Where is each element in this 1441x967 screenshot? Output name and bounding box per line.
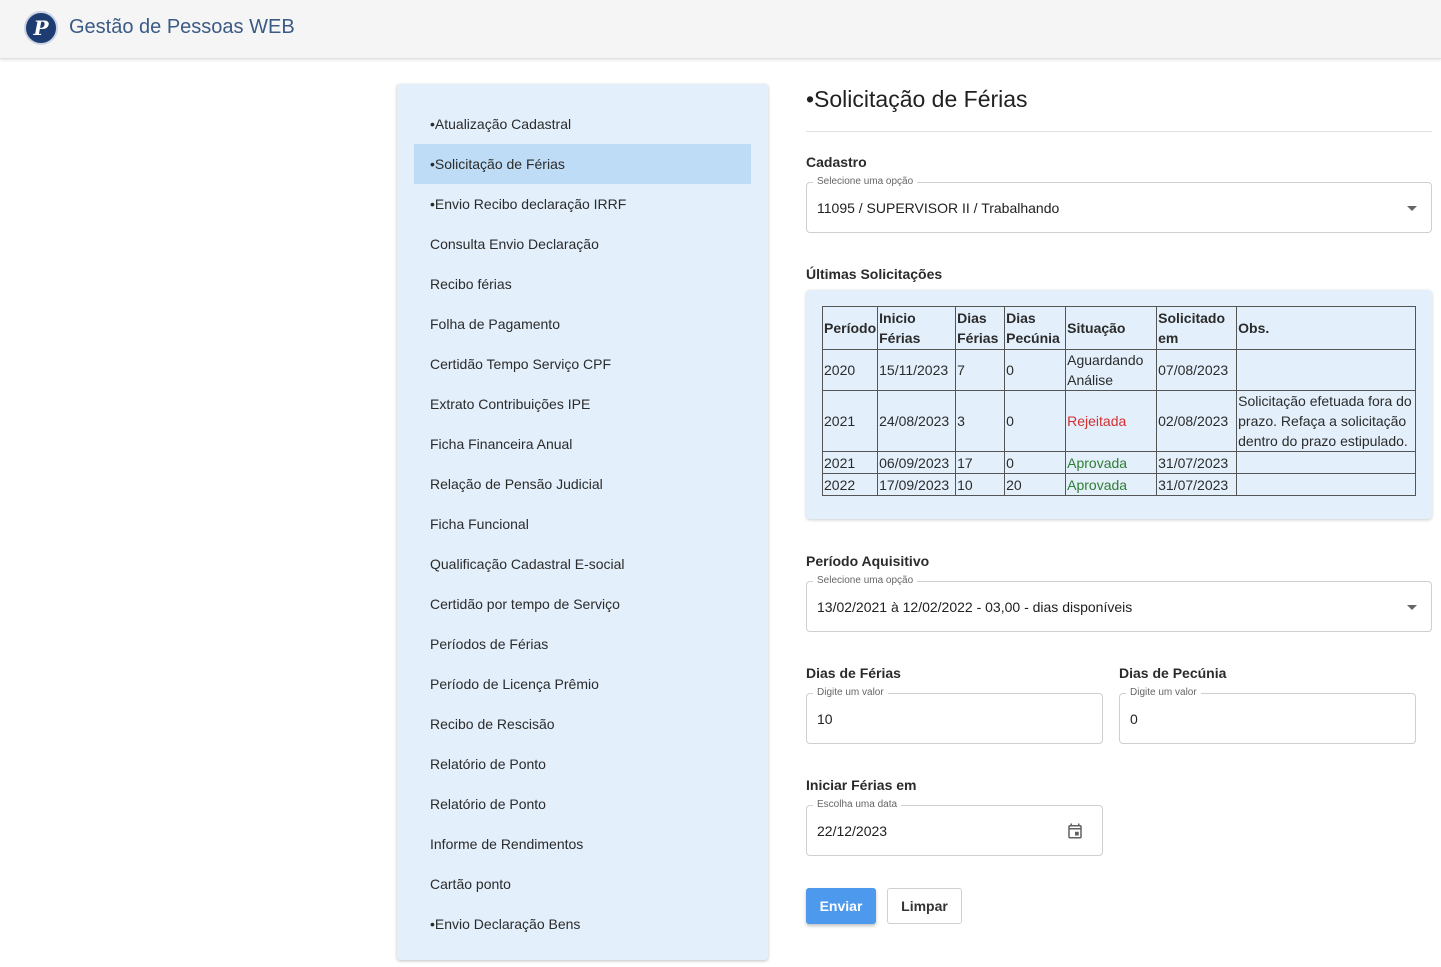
- dias-pecunia-float-label: Digite um valor: [1126, 687, 1201, 699]
- chevron-down-icon[interactable]: [1407, 604, 1417, 610]
- dias-ferias-value: 10: [817, 710, 833, 727]
- sidebar-item[interactable]: Ficha Funcional: [414, 504, 751, 544]
- table-cell: 31/07/2023: [1156, 473, 1238, 496]
- iniciar-ferias-value: 22/12/2023: [817, 822, 888, 839]
- table-cell: 15/11/2023: [877, 349, 957, 391]
- sidebar-item[interactable]: Extrato Contribuições IPE: [414, 384, 751, 424]
- table-row: 2022 17/09/2023 10 20 Aprovada 31/07/2023: [821, 473, 1416, 496]
- sidebar-item[interactable]: Cartão ponto: [414, 864, 751, 904]
- table-cell: [1236, 473, 1416, 496]
- sidebar-item[interactable]: Período de Licença Prêmio: [414, 664, 751, 704]
- sidebar-item[interactable]: Períodos de Férias: [414, 624, 751, 664]
- table-cell: 17/09/2023: [877, 473, 957, 496]
- table-cell: 0: [1004, 349, 1067, 391]
- iniciar-ferias-date-input[interactable]: Escolha uma data 22/12/2023: [806, 799, 1103, 856]
- table-cell: 7: [955, 349, 1006, 391]
- table-header-cell: Dias Férias: [955, 306, 1006, 350]
- table-header-cell: Situação: [1065, 306, 1158, 350]
- table-header-cell: Obs.: [1236, 306, 1416, 350]
- table-cell: 24/08/2023: [877, 390, 957, 452]
- dias-ferias-input[interactable]: Digite um valor 10: [806, 687, 1103, 744]
- table-header-cell: Solicitado em: [1156, 306, 1238, 350]
- table-cell: Solicitação efetuada fora do prazo. Refa…: [1236, 390, 1416, 452]
- table-cell: [1236, 349, 1416, 391]
- app-title: Gestão de Pessoas WEB: [69, 16, 295, 38]
- solicitacoes-table: Período Inicio Férias Dias Férias Dias Pecú…: [821, 306, 1416, 496]
- sidebar-item[interactable]: Ficha Financeira Anual: [414, 424, 751, 464]
- table-header-cell: Dias Pecúnia: [1004, 306, 1067, 350]
- table-cell: 3: [955, 390, 1006, 452]
- periodo-aquisitivo-select[interactable]: Selecione uma opção 13/02/2021 à 12/02/2…: [806, 575, 1432, 632]
- sidebar-item[interactable]: Qualificação Cadastral E-social: [414, 544, 751, 584]
- table-cell: 2021: [821, 390, 879, 452]
- table-cell: 20: [1004, 473, 1067, 496]
- sidebar-item[interactable]: Recibo de Rescisão: [414, 704, 751, 744]
- table-header-cell: Período: [821, 306, 879, 350]
- table-cell: 0: [1004, 390, 1067, 452]
- sidebar-item[interactable]: Relação de Pensão Judicial: [414, 464, 751, 504]
- sidebar-menu: •Atualização Cadastral •Solicitação de Fé…: [397, 84, 768, 960]
- sidebar-item[interactable]: Consulta Envio Declaração: [414, 224, 751, 264]
- ultimas-solicitacoes-label: Últimas Solicitações: [806, 266, 943, 282]
- table-cell: 2021: [821, 451, 879, 474]
- enviar-button[interactable]: Enviar: [806, 888, 876, 924]
- sidebar-item[interactable]: Relatório de Ponto: [414, 784, 751, 824]
- table-cell: 2020: [821, 349, 879, 391]
- solicitacoes-panel: Período Inicio Férias Dias Férias Dias Pecú…: [806, 290, 1432, 519]
- table-cell: 0: [1004, 451, 1067, 474]
- company-logo-icon[interactable]: P: [24, 11, 58, 45]
- table-row: 2021 06/09/2023 17 0 Aprovada 31/07/2023: [821, 451, 1416, 474]
- cadastro-label: Cadastro: [806, 154, 867, 170]
- sidebar-item[interactable]: •Envio Recibo declaração IRRF: [414, 184, 751, 224]
- sidebar-item[interactable]: •Solicitação de Férias: [414, 144, 751, 184]
- sidebar-item[interactable]: Recibo férias: [414, 264, 751, 304]
- sidebar-item[interactable]: Folha de Pagamento: [414, 304, 751, 344]
- calendar-icon[interactable]: [1066, 822, 1084, 840]
- cadastro-value: 11095 / SUPERVISOR II / Trabalhando: [817, 199, 1060, 216]
- title-divider: [806, 131, 1432, 132]
- iniciar-float-label: Escolha uma data: [813, 799, 902, 811]
- sidebar-item[interactable]: Informe de Rendimentos: [414, 824, 751, 864]
- table-cell: 07/08/2023: [1156, 349, 1238, 391]
- table-cell: [1236, 451, 1416, 474]
- table-cell: 02/08/2023: [1156, 390, 1238, 452]
- periodo-float-label: Selecione uma opção: [813, 575, 918, 587]
- dias-pecunia-label: Dias de Pecúnia: [1119, 665, 1227, 681]
- sidebar-item[interactable]: Relatório de Ponto: [414, 744, 751, 784]
- page-title: •Solicitação de Férias: [806, 86, 1028, 112]
- status-cell: Rejeitada: [1065, 390, 1158, 452]
- sidebar-item[interactable]: •Atualização Cadastral: [414, 104, 751, 144]
- table-cell: 2022: [821, 473, 879, 496]
- table-cell: 10: [955, 473, 1006, 496]
- limpar-button[interactable]: Limpar: [887, 888, 962, 924]
- sidebar-item[interactable]: Certidão Tempo Serviço CPF: [414, 344, 751, 384]
- chevron-down-icon[interactable]: [1407, 205, 1417, 211]
- table-row: 2020 15/11/2023 7 0 Aguardando Análise 07/08/…: [821, 349, 1416, 391]
- cadastro-float-label: Selecione uma opção: [813, 176, 918, 188]
- table-header-row: Período Inicio Férias Dias Férias Dias Pecú…: [821, 306, 1416, 350]
- dias-pecunia-value: 0: [1130, 710, 1138, 727]
- dias-ferias-label: Dias de Férias: [806, 665, 901, 681]
- dias-ferias-float-label: Digite um valor: [813, 687, 888, 699]
- table-cell: 31/07/2023: [1156, 451, 1238, 474]
- sidebar-item[interactable]: Certidão por tempo de Serviço: [414, 584, 751, 624]
- table-header-cell: Inicio Férias: [877, 306, 957, 350]
- sidebar-item[interactable]: •Envio Declaração Bens: [414, 904, 751, 944]
- top-app-bar: P Gestão de Pessoas WEB: [0, 0, 1441, 59]
- dias-pecunia-input[interactable]: Digite um valor 0: [1119, 687, 1416, 744]
- periodo-value: 13/02/2021 à 12/02/2022 - 03,00 - dias d…: [817, 598, 1133, 615]
- iniciar-ferias-label: Iniciar Férias em: [806, 777, 917, 793]
- status-cell: Aprovada: [1065, 451, 1158, 474]
- table-cell: 17: [955, 451, 1006, 474]
- table-row: 2021 24/08/2023 3 0 Rejeitada 02/08/2023 Solic…: [821, 390, 1416, 452]
- table-cell: 06/09/2023: [877, 451, 957, 474]
- status-cell: Aprovada: [1065, 473, 1158, 496]
- cadastro-select[interactable]: Selecione uma opção 11095 / SUPERVISOR I…: [806, 176, 1432, 233]
- periodo-aquisitivo-label: Período Aquisitivo: [806, 553, 930, 569]
- status-cell: Aguardando Análise: [1065, 349, 1158, 391]
